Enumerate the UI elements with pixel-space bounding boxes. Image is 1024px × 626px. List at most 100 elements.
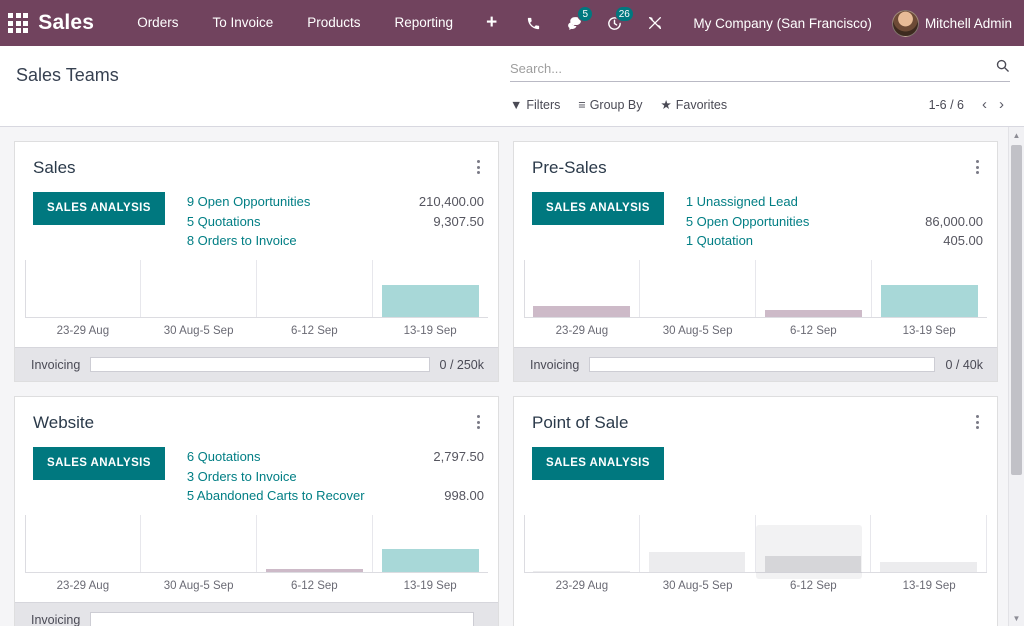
vertical-scrollbar[interactable]: ▲ ▼ bbox=[1008, 127, 1024, 626]
stat-label[interactable]: 5 Abandoned Carts to Recover bbox=[187, 486, 365, 506]
stat-row: 1 Quotation 405.00 bbox=[686, 231, 983, 251]
invoicing-progress-bar[interactable] bbox=[90, 357, 429, 372]
sales-analysis-button[interactable]: SALES ANALYSIS bbox=[33, 447, 165, 480]
weekly-activity-chart: 23-29 Aug 30 Aug-5 Sep 6-12 Sep 13-19 Se… bbox=[15, 260, 498, 347]
card-title[interactable]: Sales bbox=[33, 158, 76, 178]
chart-plot-area bbox=[524, 515, 987, 573]
group-by-lines-icon: ≡ bbox=[578, 98, 585, 112]
filters-button[interactable]: ▼ Filters bbox=[510, 98, 560, 112]
top-navbar: Sales Orders To Invoice Products Reporti… bbox=[0, 0, 1024, 46]
chart-bar-cell[interactable] bbox=[640, 515, 756, 572]
pager-previous-button[interactable]: ‹ bbox=[976, 96, 993, 113]
chart-bar bbox=[765, 310, 862, 317]
scrollbar-thumb[interactable] bbox=[1011, 145, 1022, 475]
pager-next-button[interactable]: › bbox=[993, 96, 1010, 113]
stat-value: 405.00 bbox=[943, 231, 983, 251]
chart-x-axis: 23-29 Aug 30 Aug-5 Sep 6-12 Sep 13-19 Se… bbox=[524, 573, 987, 602]
chart-bar-cell[interactable] bbox=[756, 260, 872, 317]
search-input[interactable] bbox=[510, 59, 987, 78]
card-header: Point of Sale bbox=[514, 397, 997, 437]
activities-clock-icon[interactable]: 26 bbox=[604, 11, 625, 35]
nav-add-button[interactable]: + bbox=[470, 0, 513, 46]
card-menu-icon[interactable] bbox=[473, 413, 484, 431]
sales-analysis-button[interactable]: SALES ANALYSIS bbox=[532, 447, 664, 480]
card-menu-icon[interactable] bbox=[473, 158, 484, 176]
apps-grid-icon[interactable] bbox=[6, 10, 30, 36]
sales-team-card[interactable]: Pre-Sales SALES ANALYSIS 1 Unassigned Le… bbox=[513, 141, 998, 382]
weekly-activity-chart: 23-29 Aug 30 Aug-5 Sep 6-12 Sep 13-19 Se… bbox=[15, 515, 498, 602]
card-body: SALES ANALYSIS 6 Quotations 2,797.50 3 O… bbox=[15, 437, 498, 515]
sales-team-card[interactable]: Sales SALES ANALYSIS 9 Open Opportunitie… bbox=[14, 141, 499, 382]
phone-icon[interactable] bbox=[523, 11, 544, 35]
nav-item-to-invoice[interactable]: To Invoice bbox=[195, 0, 290, 46]
user-avatar bbox=[892, 10, 919, 37]
nav-item-orders[interactable]: Orders bbox=[120, 0, 195, 46]
card-stats: 6 Quotations 2,797.50 3 Orders to Invoic… bbox=[187, 447, 484, 509]
stat-label[interactable]: 5 Quotations bbox=[187, 212, 261, 232]
stat-label[interactable]: 6 Quotations bbox=[187, 447, 261, 467]
sales-team-card[interactable]: Point of Sale SALES ANALYSIS 2 bbox=[513, 396, 998, 626]
kanban-area: Sales SALES ANALYSIS 9 Open Opportunitie… bbox=[0, 127, 1024, 626]
chart-bar-cell[interactable] bbox=[524, 515, 640, 572]
card-menu-icon[interactable] bbox=[972, 413, 983, 431]
sales-analysis-button[interactable]: SALES ANALYSIS bbox=[532, 192, 664, 225]
chart-bar-cell[interactable] bbox=[373, 515, 488, 572]
chart-x-tick: 23-29 Aug bbox=[25, 318, 141, 347]
stat-row: 5 Abandoned Carts to Recover 998.00 bbox=[187, 486, 484, 506]
card-title[interactable]: Pre-Sales bbox=[532, 158, 607, 178]
stat-label[interactable]: 3 Orders to Invoice bbox=[187, 467, 297, 487]
messages-badge: 5 bbox=[577, 6, 593, 22]
favorites-button[interactable]: ★ Favorites bbox=[661, 97, 728, 112]
chart-bar-cell[interactable] bbox=[872, 260, 987, 317]
control-panel-tools: ▼ Filters ≡ Group By ★ Favorites 1-6 / 6… bbox=[510, 96, 1010, 113]
stat-row: 5 Open Opportunities 86,000.00 bbox=[686, 212, 983, 232]
stat-label[interactable]: 1 Quotation bbox=[686, 231, 753, 251]
chart-x-axis: 23-29 Aug 30 Aug-5 Sep 6-12 Sep 13-19 Se… bbox=[524, 318, 987, 347]
card-footer: Invoicing bbox=[15, 602, 498, 626]
stat-value: 210,400.00 bbox=[419, 192, 484, 212]
chart-bar bbox=[382, 285, 479, 317]
stat-label[interactable]: 9 Open Opportunities bbox=[187, 192, 311, 212]
chart-bar-cell[interactable] bbox=[756, 515, 872, 572]
company-selector[interactable]: My Company (San Francisco) bbox=[675, 16, 886, 31]
app-brand-sales[interactable]: Sales bbox=[38, 11, 94, 35]
chart-bar-cell[interactable] bbox=[25, 260, 141, 317]
scroll-down-arrow[interactable]: ▼ bbox=[1009, 610, 1024, 626]
scroll-up-arrow[interactable]: ▲ bbox=[1009, 127, 1024, 143]
chart-bar-cell[interactable] bbox=[141, 260, 257, 317]
filters-label: Filters bbox=[526, 98, 560, 112]
stat-label[interactable]: 5 Open Opportunities bbox=[686, 212, 810, 232]
pager: 1-6 / 6 ‹ › bbox=[929, 96, 1010, 113]
chart-bar-cell[interactable] bbox=[25, 515, 141, 572]
chart-bar-cell[interactable] bbox=[373, 260, 488, 317]
nav-item-reporting[interactable]: Reporting bbox=[378, 0, 471, 46]
invoicing-value: 0 / 250k bbox=[440, 358, 484, 372]
chart-bar-cell[interactable] bbox=[640, 260, 756, 317]
chart-bar-cell[interactable] bbox=[141, 515, 257, 572]
chart-bar-cell[interactable] bbox=[257, 515, 373, 572]
chart-x-tick: 13-19 Sep bbox=[372, 318, 488, 347]
stat-value: 2,797.50 bbox=[433, 447, 484, 467]
user-menu[interactable]: Mitchell Admin bbox=[886, 10, 1012, 37]
weekly-activity-chart: 23-29 Aug 30 Aug-5 Sep 6-12 Sep 13-19 Se… bbox=[514, 260, 997, 347]
stat-label[interactable]: 1 Unassigned Lead bbox=[686, 192, 798, 212]
chart-x-tick: 23-29 Aug bbox=[524, 573, 640, 602]
card-title[interactable]: Website bbox=[33, 413, 94, 433]
sales-team-card[interactable]: Website SALES ANALYSIS 6 Quotations 2,79… bbox=[14, 396, 499, 626]
search-icon[interactable] bbox=[987, 58, 1010, 78]
invoicing-progress-bar[interactable] bbox=[589, 357, 935, 372]
chart-bar bbox=[880, 562, 976, 572]
messages-icon[interactable]: 5 bbox=[564, 11, 585, 35]
invoicing-progress-bar[interactable] bbox=[90, 612, 474, 626]
chart-bar-cell[interactable] bbox=[524, 260, 640, 317]
chart-bar-cell[interactable] bbox=[257, 260, 373, 317]
stat-label[interactable]: 8 Orders to Invoice bbox=[187, 231, 297, 251]
nav-item-products[interactable]: Products bbox=[290, 0, 377, 46]
filter-caret-icon: ▼ bbox=[510, 98, 522, 112]
group-by-button[interactable]: ≡ Group By bbox=[578, 98, 642, 112]
card-menu-icon[interactable] bbox=[972, 158, 983, 176]
chart-bar-cell[interactable] bbox=[871, 515, 987, 572]
sales-analysis-button[interactable]: SALES ANALYSIS bbox=[33, 192, 165, 225]
card-title[interactable]: Point of Sale bbox=[532, 413, 628, 433]
tools-icon[interactable] bbox=[645, 11, 666, 35]
